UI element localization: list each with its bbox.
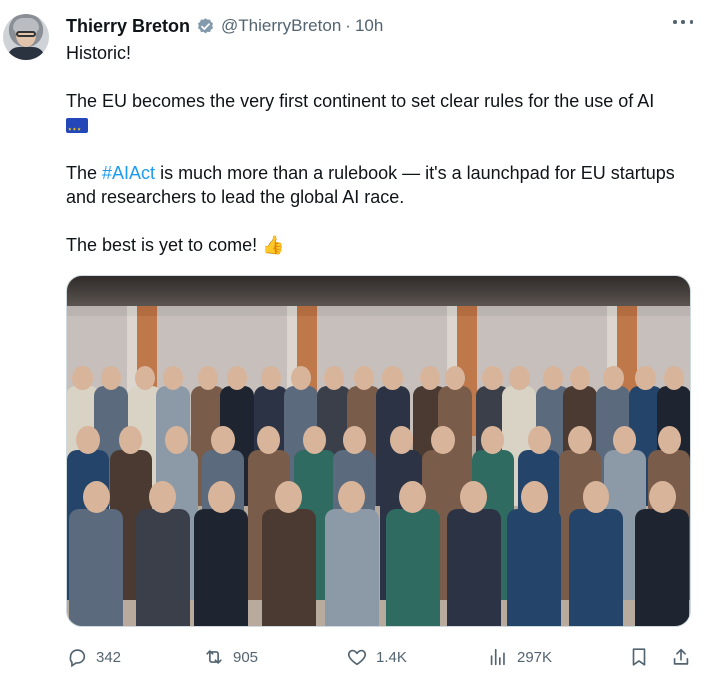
photo-person-body — [261, 509, 316, 626]
photo-person-body — [69, 509, 124, 626]
bookmark-button[interactable] — [628, 645, 650, 669]
views-icon — [490, 648, 505, 666]
photo-person-head — [569, 366, 591, 390]
photo-person-head — [207, 481, 235, 513]
photo-person-head — [382, 366, 403, 390]
tweet-line-best-text: The best is yet to come! — [66, 235, 258, 255]
tweet-line-aiact-suffix: is much more than a rulebook — it's a la… — [66, 163, 675, 207]
views-count: 297K — [517, 648, 553, 666]
photo-person-head — [612, 426, 637, 454]
author-avatar[interactable] — [3, 14, 49, 60]
photo-person-head — [164, 426, 189, 454]
thumbs-up-emoji: 👍 — [262, 235, 285, 255]
photo-person-head — [82, 481, 110, 513]
separator-dot: · — [345, 16, 351, 35]
share-button[interactable] — [670, 645, 692, 669]
photo-person-head — [162, 366, 184, 390]
photo-person-head — [648, 481, 676, 513]
repost-button[interactable]: 905 — [203, 645, 258, 669]
photo-person-head — [389, 426, 414, 454]
eu-flag-icon — [66, 117, 88, 141]
photo-person-head — [568, 426, 592, 454]
photo-person-head — [635, 366, 656, 390]
more-options-icon[interactable] — [673, 18, 693, 26]
tweet-line-aiact-prefix: The — [66, 163, 103, 183]
photo-person-head — [134, 366, 155, 390]
photo-person-head — [275, 481, 303, 513]
photo-person-head — [431, 426, 455, 454]
share-icon — [673, 648, 689, 665]
photo-person-body — [385, 509, 440, 626]
photo-person-head — [399, 481, 427, 513]
photo-person-head — [211, 426, 235, 454]
photo-person-head — [76, 426, 100, 454]
tweet-photo[interactable] — [66, 275, 691, 627]
photo-person-head — [509, 366, 530, 390]
photo-person-body — [135, 509, 190, 626]
photo-person-body — [446, 509, 501, 626]
photo-person-head — [149, 481, 177, 513]
repost-count: 905 — [233, 648, 259, 666]
tweet-timestamp[interactable]: 10h — [355, 16, 383, 36]
photo-person-head — [657, 426, 682, 454]
hashtag-link[interactable]: #AIAct — [102, 163, 155, 183]
tweet-line-eu-text: The EU becomes the very first continent … — [66, 91, 655, 111]
photo-person-head — [100, 366, 121, 390]
photo-person-head — [419, 366, 440, 390]
tweet-text: Historic! The EU becomes the very first … — [66, 41, 696, 257]
photo-person-head — [72, 366, 93, 390]
photo-person-head — [663, 366, 684, 390]
like-button[interactable]: 1.4K — [346, 645, 407, 669]
views-button[interactable]: 297K — [487, 645, 552, 669]
reply-button[interactable]: 342 — [66, 645, 121, 669]
photo-person-head — [603, 366, 624, 390]
tweet-line-eu: The EU becomes the very first continent … — [66, 89, 696, 141]
photo-person-head — [482, 366, 503, 390]
photo-person-head — [480, 426, 505, 454]
heart-icon — [347, 649, 367, 666]
author-name[interactable]: Thierry Breton — [66, 16, 190, 37]
photo-person-body — [568, 509, 623, 626]
photo-person-head — [520, 481, 548, 513]
photo-person-head — [542, 366, 563, 390]
tweet-actions-bar: 342 905 1.4K 297K — [66, 645, 696, 669]
photo-person-head — [342, 426, 367, 454]
tweet-line-historic: Historic! — [66, 43, 132, 63]
photo-person-body — [507, 509, 562, 626]
tweet-line-aiact: The #AIAct is much more than a rulebook … — [66, 161, 696, 209]
repost-icon — [206, 650, 222, 664]
photo-person-body — [324, 509, 379, 626]
reply-count: 342 — [96, 648, 122, 666]
verified-badge-icon[interactable] — [196, 17, 215, 36]
photo-person-head — [444, 366, 465, 390]
photo-person-head — [323, 366, 345, 390]
photo-person-head — [338, 481, 366, 513]
reply-icon — [69, 649, 86, 668]
author-handle[interactable]: @ThierryBreton — [221, 16, 341, 36]
photo-person-body — [194, 509, 249, 626]
like-count: 1.4K — [376, 648, 407, 666]
photo-person-body — [635, 509, 690, 626]
photo-person-head — [460, 481, 488, 513]
tweet-header: Thierry Breton @ThierryBreton · 10h — [66, 15, 383, 37]
photo-person-head — [527, 426, 552, 454]
tweet-line-best: The best is yet to come! 👍 — [66, 233, 696, 257]
bookmark-icon — [632, 648, 646, 666]
photo-person-head — [582, 481, 610, 513]
